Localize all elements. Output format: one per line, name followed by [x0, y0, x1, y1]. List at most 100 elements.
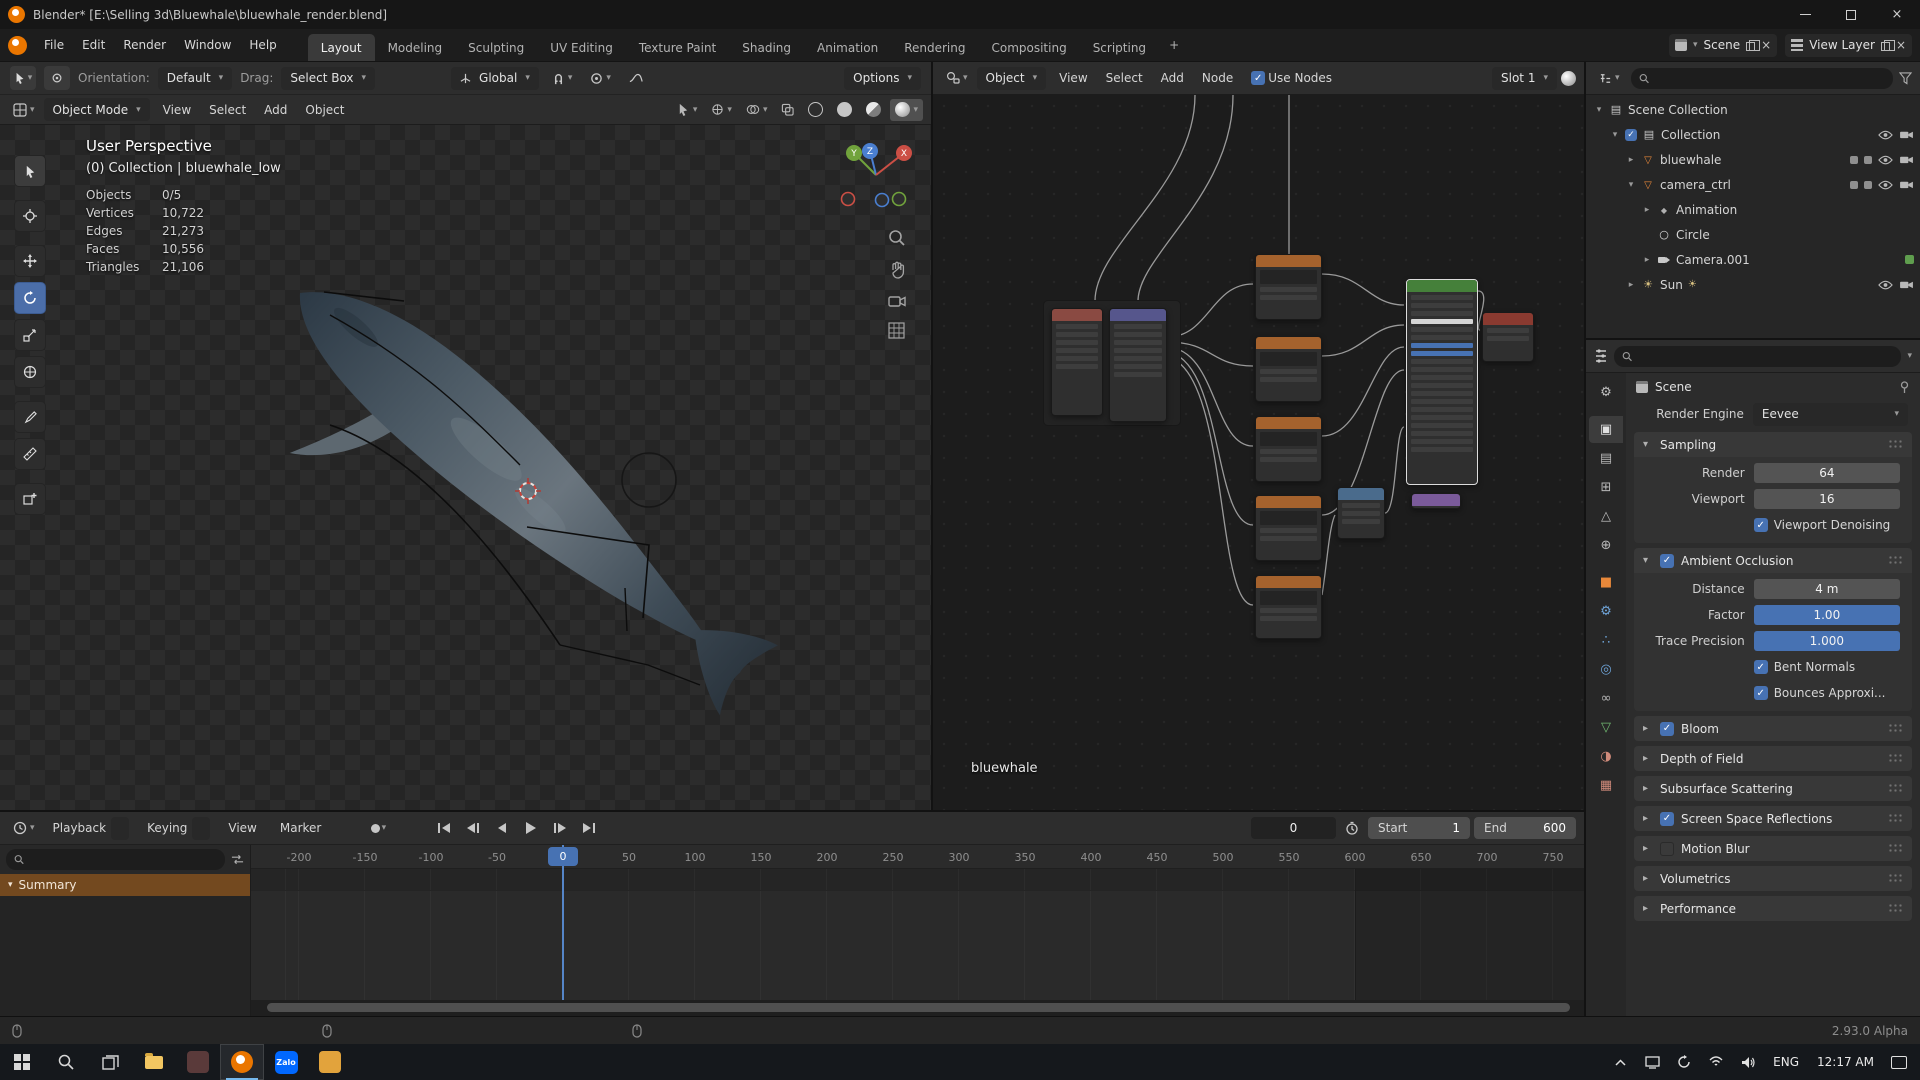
use-nodes-checkbox[interactable] [1251, 71, 1266, 85]
bent-normals-checkbox[interactable] [1753, 660, 1768, 674]
shader-node[interactable] [1051, 308, 1103, 416]
current-frame-field[interactable]: 0 [1251, 817, 1336, 839]
ao-trace-slider[interactable]: 1.000 [1753, 631, 1900, 651]
new-view-layer-icon[interactable] [1880, 40, 1895, 51]
play-reverse-button[interactable] [489, 817, 515, 839]
expand-arrow-icon[interactable]: ▸ [1642, 255, 1652, 265]
new-scene-icon[interactable] [1746, 40, 1761, 51]
properties-search[interactable] [1614, 345, 1902, 367]
timeline-track-area[interactable]: -200 -150 -100 -50 0 50 100 150 200 250 300 350 400 4… [251, 845, 1584, 1016]
slot-dropdown[interactable]: Slot 1 ▾ [1492, 66, 1557, 90]
mode-dropdown[interactable]: Object Mode ▾ [43, 98, 150, 121]
falloff-button[interactable] [624, 67, 648, 89]
close-button[interactable]: × [1874, 0, 1920, 29]
workspace-tab[interactable]: Animation [804, 34, 891, 61]
play-button[interactable] [518, 817, 544, 839]
snap-button[interactable]: ▾ [547, 67, 578, 89]
timeline-lanes[interactable] [251, 869, 1584, 1000]
section-checkbox[interactable] [1660, 811, 1674, 826]
options-dropdown[interactable]: Options ▾ [844, 66, 921, 90]
summary-channel[interactable]: ▾ Summary [0, 874, 250, 896]
timeline-menu-item[interactable]: View [219, 817, 270, 839]
outliner-row[interactable]: ▸ Camera.001 ☀ [1586, 247, 1920, 272]
workspace-tab[interactable]: Rendering [891, 34, 978, 61]
collapsed-section[interactable]: ▸ Volumetrics [1634, 866, 1912, 891]
menu-item[interactable]: Help [240, 33, 285, 57]
unlink-scene-icon[interactable]: × [1761, 38, 1771, 52]
shading-rendered-button[interactable]: ▾ [890, 98, 923, 121]
app-button[interactable] [176, 1044, 220, 1080]
frame-start-field[interactable]: Start 1 [1368, 817, 1470, 839]
zoom-icon[interactable] [888, 229, 906, 247]
use-nodes-toggle[interactable]: Use Nodes [1246, 67, 1337, 89]
tool-annotate[interactable] [14, 401, 46, 433]
display-tray-icon[interactable] [1637, 1044, 1667, 1080]
blender-menu-icon[interactable] [8, 35, 27, 55]
outliner-row[interactable]: ▾ camera_ctrl ☀ [1586, 172, 1920, 197]
shader-menu-item[interactable]: Add [1152, 67, 1193, 89]
sync-tray-icon[interactable] [1669, 1044, 1699, 1080]
outliner-row[interactable]: ▸ bluewhale ☀ [1586, 147, 1920, 172]
tab-texture[interactable]: ▦ [1589, 772, 1623, 799]
workspace-tab[interactable]: Compositing [978, 34, 1079, 61]
shader-node[interactable] [1255, 495, 1322, 561]
minimize-button[interactable] [1782, 0, 1828, 29]
tool-add-primitive[interactable] [14, 483, 46, 515]
workspace-tab[interactable]: Shading [729, 34, 804, 61]
tab-tool[interactable]: ⚙ [1589, 379, 1623, 406]
tab-world[interactable]: ⊕ [1589, 532, 1623, 559]
ao-checkbox[interactable] [1660, 553, 1674, 568]
workspace-tab[interactable]: UV Editing [537, 34, 626, 61]
timeline-editor-type-button[interactable]: ▾ [8, 817, 40, 839]
properties-search-input[interactable] [1638, 349, 1894, 363]
filter-toggle-icon[interactable] [231, 854, 244, 865]
menu-item[interactable]: Window [175, 33, 240, 57]
timeline-menu-item[interactable]: Keying [138, 816, 219, 840]
ao-factor-slider[interactable]: 1.00 [1753, 605, 1900, 625]
expand-arrow-icon[interactable]: ▸ [1626, 155, 1636, 165]
chevron-down-icon[interactable]: ▾ [1907, 351, 1912, 361]
xray-toggle-button[interactable] [776, 99, 799, 121]
eye-icon[interactable] [1878, 155, 1893, 165]
tab-output[interactable]: ▤ [1589, 445, 1623, 472]
shader-menu-item[interactable]: Select [1097, 67, 1152, 89]
render-visibility-camera-icon[interactable] [1899, 129, 1914, 140]
outliner-row[interactable]: ▾ Scene Collection ☀ [1586, 97, 1920, 122]
tab-particles[interactable]: ∴ [1589, 627, 1623, 654]
section-ambient-occlusion[interactable]: ▾ Ambient Occlusion [1634, 548, 1912, 573]
editor-type-button[interactable]: ▾ [8, 99, 40, 121]
shader-editor-type-button[interactable]: ▾ [941, 67, 973, 89]
volume-tray-icon[interactable] [1733, 1044, 1763, 1080]
workspace-tab[interactable]: Sculpting [455, 34, 537, 61]
viewport-menu-item[interactable]: Add [255, 99, 296, 121]
expand-arrow-icon[interactable]: ▸ [1626, 280, 1636, 290]
tool-scale[interactable] [14, 319, 46, 351]
file-explorer-button[interactable] [132, 1044, 176, 1080]
drag-dropdown[interactable]: Select Box ▾ [281, 66, 376, 90]
tool-move[interactable] [14, 245, 46, 277]
shader-node[interactable] [1255, 416, 1322, 482]
eye-icon[interactable] [1878, 180, 1893, 190]
tab-render[interactable]: ▣ [1589, 416, 1623, 443]
timeline-scrollbar[interactable] [251, 1000, 1584, 1016]
workspace-tab[interactable]: Texture Paint [626, 34, 729, 61]
outliner-row[interactable]: Circle ☀ [1586, 222, 1920, 247]
language-indicator[interactable]: ENG [1765, 1055, 1807, 1069]
section-sampling[interactable]: ▾ Sampling [1634, 432, 1912, 457]
shader-type-dropdown[interactable]: Object ▾ [976, 66, 1047, 90]
section-checkbox[interactable] [1660, 721, 1674, 736]
tool-transform[interactable] [14, 356, 46, 388]
hidden-icons-chevron[interactable] [1605, 1044, 1635, 1080]
start-button[interactable] [0, 1044, 44, 1080]
menu-item[interactable]: Edit [73, 33, 114, 57]
tab-material[interactable]: ◑ [1589, 743, 1623, 770]
active-tool-button[interactable]: ▾ [10, 66, 36, 90]
camera-view-icon[interactable] [888, 293, 907, 308]
jump-to-start-button[interactable] [431, 817, 457, 839]
playhead-frame-badge[interactable]: 0 [548, 847, 578, 866]
viewport-canvas[interactable]: User Perspective (0) Collection | bluewh… [0, 125, 931, 810]
shader-menu-item[interactable]: View [1050, 67, 1096, 89]
shader-node[interactable] [1255, 575, 1322, 639]
tab-view-layer[interactable]: ⊞ [1589, 474, 1623, 501]
viewport-menu-item[interactable]: View [154, 99, 200, 121]
